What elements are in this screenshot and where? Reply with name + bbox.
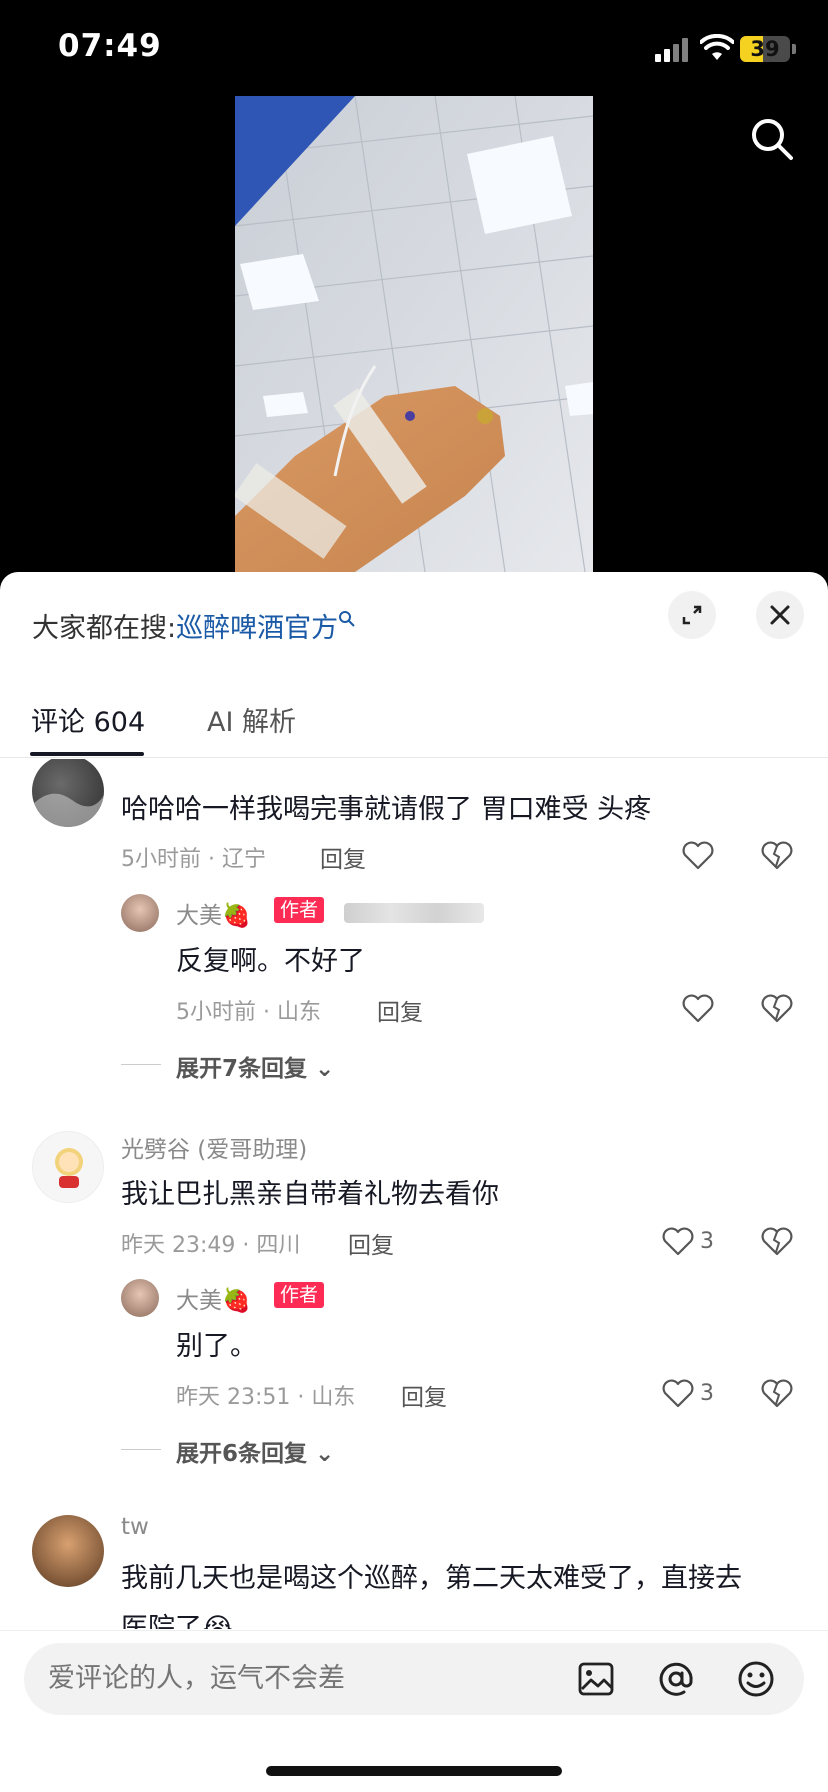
expand-replies-button[interactable]: 展开6条回复 ⌄ bbox=[176, 1434, 334, 1468]
expand-icon bbox=[682, 605, 702, 625]
tab-ai-analysis[interactable]: AI 解析 bbox=[207, 700, 296, 739]
reply-time-location: 5小时前 · 山东 bbox=[176, 1000, 321, 1025]
heart-icon[interactable] bbox=[661, 1226, 695, 1256]
emoji-icon[interactable] bbox=[736, 1659, 776, 1699]
avatar[interactable] bbox=[121, 1279, 159, 1317]
comment-input-bar bbox=[0, 1630, 828, 1792]
avatar[interactable] bbox=[32, 759, 104, 827]
comment-input-box[interactable] bbox=[24, 1643, 804, 1715]
at-icon[interactable] bbox=[656, 1659, 696, 1699]
comment-input[interactable] bbox=[48, 1663, 548, 1694]
reply-button[interactable]: 回复 bbox=[320, 840, 366, 874]
trending-prefix: 大家都在搜: bbox=[32, 613, 177, 644]
comment-text: 我让巴扎黑亲自带着礼物去看你 bbox=[121, 1179, 499, 1210]
author-badge: 作者 bbox=[274, 897, 325, 923]
video-preview[interactable] bbox=[235, 96, 593, 572]
broken-heart-icon[interactable] bbox=[760, 1378, 794, 1408]
comment-text: 哈哈哈一样我喝完事就请假了 胃口难受 头疼 bbox=[121, 794, 652, 825]
battery-icon: 39 bbox=[740, 36, 790, 62]
trending-keyword[interactable]: 巡醉啤酒官方 bbox=[176, 613, 338, 644]
comment-username[interactable]: tw bbox=[121, 1514, 149, 1540]
comment-text-line: 医院了😭 bbox=[121, 1613, 234, 1629]
video-frame-image bbox=[235, 96, 593, 572]
reply-button[interactable]: 回复 bbox=[377, 993, 423, 1027]
author-badge: 作者 bbox=[274, 1282, 325, 1308]
reply-username[interactable]: 大美🍓 bbox=[176, 896, 251, 930]
like-count: 3 bbox=[700, 1229, 714, 1254]
like-count: 3 bbox=[700, 1381, 714, 1406]
chevron-down-icon: ⌄ bbox=[315, 1441, 335, 1467]
comment-username[interactable]: 光劈谷 (爱哥助理) bbox=[121, 1130, 307, 1164]
avatar[interactable] bbox=[32, 1515, 104, 1587]
close-icon bbox=[770, 605, 790, 625]
search-icon[interactable] bbox=[748, 115, 796, 163]
status-time: 07:49 bbox=[58, 28, 162, 64]
chevron-down-icon: ⌄ bbox=[315, 1056, 335, 1082]
heart-icon[interactable] bbox=[661, 1378, 695, 1408]
reply-text: 反复啊。不好了 bbox=[176, 946, 365, 977]
wifi-icon bbox=[700, 34, 734, 60]
close-button[interactable] bbox=[756, 591, 804, 639]
home-indicator[interactable] bbox=[266, 1766, 562, 1776]
comment-list[interactable]: 哈哈哈一样我喝完事就请假了 胃口难受 头疼 5小时前 · 辽宁 回复 大美🍓 作… bbox=[0, 759, 828, 1629]
comment-text-line: 我前几天也是喝这个巡醉，第二天太难受了，直接去 bbox=[121, 1563, 742, 1594]
active-tab-indicator bbox=[30, 752, 144, 756]
tab-comments[interactable]: 评论 604 bbox=[31, 700, 145, 739]
reply-text: 别了。 bbox=[176, 1331, 257, 1362]
avatar[interactable] bbox=[32, 1131, 104, 1203]
broken-heart-icon[interactable] bbox=[760, 1226, 794, 1256]
reply-button[interactable]: 回复 bbox=[348, 1226, 394, 1260]
broken-heart-icon[interactable] bbox=[760, 993, 794, 1023]
broken-heart-icon[interactable] bbox=[760, 840, 794, 870]
heart-icon[interactable] bbox=[681, 840, 715, 870]
reply-button[interactable]: 回复 bbox=[401, 1378, 447, 1412]
expand-replies-button[interactable]: 展开7条回复 ⌄ bbox=[176, 1049, 334, 1083]
cellular-signal-icon bbox=[655, 38, 691, 62]
avatar[interactable] bbox=[121, 894, 159, 932]
image-icon[interactable] bbox=[576, 1659, 616, 1699]
reply-username[interactable]: 大美🍓 bbox=[176, 1281, 251, 1315]
comment-sheet: 大家都在搜:巡醉啤酒官方 评论 604 AI 解析 哈哈哈一样我喝完事就请假了 … bbox=[0, 572, 828, 1792]
search-icon bbox=[339, 611, 355, 627]
trending-search[interactable]: 大家都在搜:巡醉啤酒官方 bbox=[32, 606, 356, 645]
status-bar: 07:49 39 bbox=[0, 0, 828, 96]
blurred-text bbox=[344, 903, 484, 923]
heart-icon[interactable] bbox=[681, 993, 715, 1023]
battery-level: 39 bbox=[750, 37, 780, 61]
expand-button[interactable] bbox=[668, 591, 716, 639]
comment-time-location: 5小时前 · 辽宁 bbox=[121, 847, 266, 872]
tab-bar: 评论 604 AI 解析 bbox=[0, 682, 828, 758]
comment-time-location: 昨天 23:49 · 四川 bbox=[121, 1233, 301, 1258]
reply-time-location: 昨天 23:51 · 山东 bbox=[176, 1385, 356, 1410]
